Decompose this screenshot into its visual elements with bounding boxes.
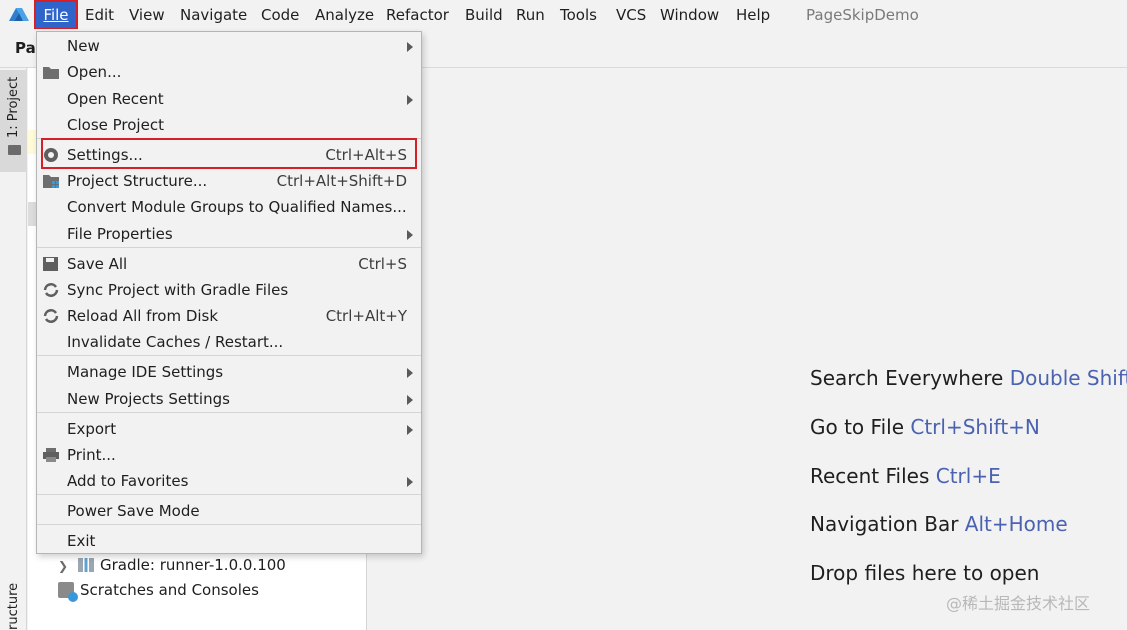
- tree-row[interactable]: ❯ Gradle: runner-1.0.0.100: [58, 554, 286, 576]
- gradle-library-icon: [78, 558, 94, 572]
- tree-row[interactable]: Scratches and Consoles: [58, 579, 259, 602]
- menu-item-exit[interactable]: Exit: [37, 528, 421, 554]
- menu-item-add-to-favorites[interactable]: Add to Favorites: [37, 468, 421, 494]
- submenu-arrow-icon: [407, 42, 413, 52]
- menu-item-file-properties[interactable]: File Properties: [37, 221, 421, 247]
- watermark: @稀土掘金技术社区: [946, 594, 1091, 613]
- menu-item-sync-gradle[interactable]: Sync Project with Gradle Files: [37, 277, 421, 303]
- menu-build[interactable]: Build: [465, 5, 503, 25]
- chevron-right-icon[interactable]: ❯: [58, 555, 68, 577]
- project-title: PageSkipDemo: [806, 6, 919, 24]
- tree-row-label: Gradle: runner-1.0.0.100: [100, 556, 286, 574]
- submenu-arrow-icon: [407, 477, 413, 487]
- menu-item-reload-from-disk[interactable]: Reload All from Disk Ctrl+Alt+Y: [37, 303, 421, 329]
- menu-edit[interactable]: Edit: [85, 5, 114, 25]
- settings-highlight-outline: [41, 138, 417, 169]
- submenu-arrow-icon: [407, 425, 413, 435]
- file-menu-dropdown: New Open... Open Recent Close Project Se…: [36, 31, 422, 554]
- menu-window[interactable]: Window: [660, 5, 719, 25]
- menu-item-project-structure[interactable]: Project Structure... Ctrl+Alt+Shift+D: [37, 168, 421, 194]
- sync-icon: [43, 283, 59, 297]
- hint-navigation-bar: Navigation Bar Alt+Home: [810, 512, 1068, 536]
- menu-refactor[interactable]: Refactor: [386, 5, 449, 25]
- breadcrumb[interactable]: Pa: [15, 39, 36, 57]
- menu-item-new-projects-settings[interactable]: New Projects Settings: [37, 386, 421, 412]
- hint-recent-files: Recent Files Ctrl+E: [810, 464, 1001, 488]
- editor-area: [368, 68, 1127, 630]
- menu-tools[interactable]: Tools: [560, 5, 597, 25]
- menu-help[interactable]: Help: [736, 5, 770, 25]
- menu-run[interactable]: Run: [516, 5, 545, 25]
- menu-code[interactable]: Code: [261, 5, 299, 25]
- menu-bar: File Edit View Navigate Code Analyze Ref…: [0, 0, 1127, 30]
- menu-item-close-project[interactable]: Close Project: [37, 112, 421, 138]
- menu-item-convert-module-groups[interactable]: Convert Module Groups to Qualified Names…: [37, 194, 421, 220]
- menu-view[interactable]: View: [129, 5, 165, 25]
- scratches-icon: [58, 582, 78, 602]
- menu-item-new[interactable]: New: [37, 33, 421, 59]
- folder-icon: [8, 145, 21, 155]
- structure-tool-tab[interactable]: ructure: [6, 583, 21, 630]
- hint-drop-files: Drop files here to open: [810, 561, 1040, 585]
- menu-separator: [37, 494, 421, 495]
- menu-separator: [37, 524, 421, 525]
- menu-item-print[interactable]: Print...: [37, 442, 421, 468]
- submenu-arrow-icon: [407, 395, 413, 405]
- menu-vcs[interactable]: VCS: [616, 5, 646, 25]
- menu-analyze[interactable]: Analyze: [315, 5, 374, 25]
- menu-navigate[interactable]: Navigate: [180, 5, 247, 25]
- submenu-arrow-icon: [407, 230, 413, 240]
- reload-icon: [43, 309, 59, 323]
- menu-item-export[interactable]: Export: [37, 416, 421, 442]
- save-all-icon: [43, 257, 58, 271]
- menu-item-invalidate-caches[interactable]: Invalidate Caches / Restart...: [37, 329, 421, 355]
- app-logo-icon: [9, 8, 29, 21]
- menu-item-open-recent[interactable]: Open Recent: [37, 86, 421, 112]
- hint-search-everywhere: Search Everywhere Double Shift: [810, 366, 1127, 390]
- project-tool-tab-label: 1: Project: [6, 76, 21, 138]
- menu-item-open[interactable]: Open...: [37, 59, 421, 85]
- menu-item-manage-ide-settings[interactable]: Manage IDE Settings: [37, 359, 421, 385]
- menu-file[interactable]: File: [34, 0, 78, 30]
- printer-icon: [43, 448, 59, 462]
- submenu-arrow-icon: [407, 368, 413, 378]
- submenu-arrow-icon: [407, 95, 413, 105]
- menu-item-save-all[interactable]: Save All Ctrl+S: [37, 251, 421, 277]
- project-structure-icon: [43, 175, 59, 188]
- menu-separator: [37, 247, 421, 248]
- menu-item-power-save-mode[interactable]: Power Save Mode: [37, 498, 421, 524]
- menu-separator: [37, 355, 421, 356]
- hint-go-to-file: Go to File Ctrl+Shift+N: [810, 415, 1040, 439]
- folder-open-icon: [43, 67, 59, 79]
- tree-row-label: Scratches and Consoles: [80, 581, 259, 599]
- menu-separator: [37, 412, 421, 413]
